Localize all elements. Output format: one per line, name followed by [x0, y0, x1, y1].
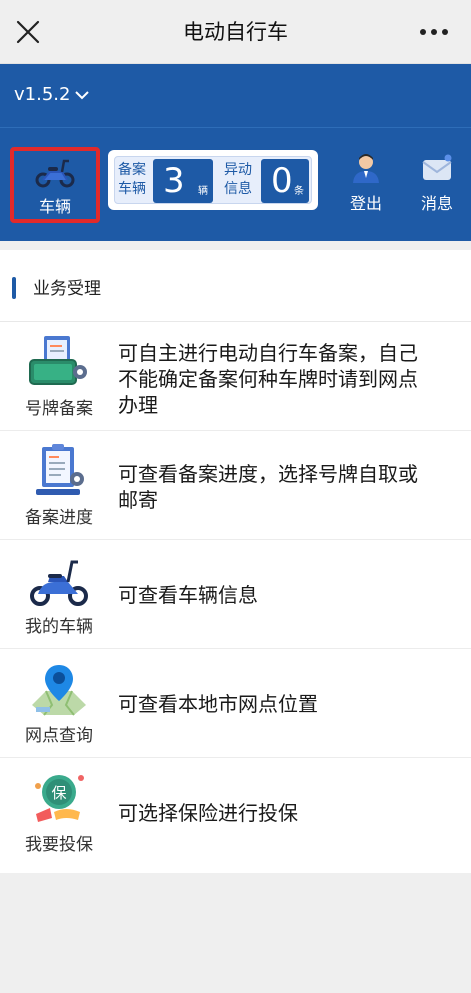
service-my-vehicle[interactable]: 我的车辆 可查看车辆信息 — [0, 540, 471, 649]
abnormal-info-stat[interactable]: 异动 信息 0 条 — [221, 157, 313, 205]
abnormal-unit: 条 — [294, 186, 304, 197]
abnormal-label: 异动 信息 — [224, 161, 258, 199]
header-panel: v1.5.2 车辆 备案 车辆 3 辆 异动 信息 0 条 登出 消息 — [0, 64, 471, 241]
abnormal-label-line2: 信息 — [224, 181, 252, 197]
page-title: 电动自行车 — [183, 20, 288, 44]
service-icon-block: 备案进度 — [14, 443, 104, 533]
messages-button[interactable]: 消息 — [412, 152, 462, 214]
abnormal-count: 0 — [271, 161, 293, 201]
service-branch-lookup[interactable]: 网点查询 可查看本地市网点位置 — [0, 649, 471, 758]
service-description: 可查看备案进度，选择号牌自取或邮寄 — [118, 462, 418, 512]
messages-label: 消息 — [420, 194, 453, 213]
insurance-shield-icon: 保 — [35, 775, 84, 822]
service-icon-block: 号牌备案 — [14, 334, 104, 424]
logout-label: 登出 — [349, 194, 382, 213]
abnormal-count-box: 0 条 — [261, 159, 309, 203]
service-description: 可查看本地市网点位置 — [118, 692, 318, 716]
logout-button[interactable]: 登出 — [341, 152, 391, 214]
clipboard-progress-icon — [36, 444, 84, 495]
close-icon[interactable] — [14, 18, 42, 46]
svg-text:保: 保 — [51, 784, 66, 802]
service-icon-block: 我的车辆 — [14, 552, 104, 642]
registered-unit: 辆 — [198, 186, 208, 197]
version-text: v1.5.2 — [14, 84, 71, 105]
vehicle-tile-label: 车辆 — [38, 197, 71, 216]
version-selector[interactable]: v1.5.2 — [14, 84, 90, 105]
user-icon — [353, 154, 379, 183]
service-label: 网点查询 — [25, 726, 93, 746]
registered-count: 3 — [163, 161, 185, 201]
scooter-icon — [30, 560, 88, 606]
registered-label-line1: 备案 — [118, 162, 146, 178]
service-label: 备案进度 — [25, 508, 93, 528]
registered-label-line2: 车辆 — [118, 181, 146, 197]
service-icon-block: 保 我要投保 — [14, 770, 104, 860]
chevron-down-icon — [75, 90, 90, 99]
abnormal-label-line1: 异动 — [224, 162, 252, 178]
license-plate-icon — [29, 336, 87, 385]
service-description: 可查看车辆信息 — [118, 583, 258, 607]
service-label: 我的车辆 — [25, 617, 93, 637]
scooter-icon — [35, 159, 75, 188]
service-registration-progress[interactable]: 备案进度 可查看备案进度，选择号牌自取或邮寄 — [0, 431, 471, 540]
envelope-icon — [422, 154, 452, 180]
registered-count-box: 3 辆 — [153, 159, 213, 203]
map-pin-icon — [32, 665, 86, 716]
stats-card[interactable]: 备案 车辆 3 辆 异动 信息 0 条 — [108, 150, 318, 210]
nav-bar: 电动自行车 — [0, 0, 471, 64]
service-plate-registration[interactable]: 号牌备案 可自主进行电动自行车备案，自己不能确定备案何种车牌时请到网点办理 — [0, 322, 471, 431]
section-header: 业务受理 — [0, 250, 471, 322]
header-divider — [0, 127, 471, 128]
service-description: 可自主进行电动自行车备案，自己不能确定备案何种车牌时请到网点办理 — [118, 341, 418, 417]
service-insurance[interactable]: 保 我要投保 可选择保险进行投保 — [0, 758, 471, 867]
section-title: 业务受理 — [33, 279, 101, 299]
service-label: 我要投保 — [25, 835, 93, 855]
section-accent-bar — [12, 277, 16, 299]
service-section: 业务受理 号牌备案 可自主进行电动自行车备案，自己不能确定备案何种车牌时请到网点… — [0, 250, 471, 873]
service-icon-block: 网点查询 — [14, 661, 104, 751]
vehicle-tile[interactable]: 车辆 — [10, 147, 100, 223]
stats-card-inner: 备案 车辆 3 辆 异动 信息 0 条 — [114, 156, 312, 204]
service-description: 可选择保险进行投保 — [118, 801, 298, 825]
registered-label: 备案 车辆 — [118, 161, 152, 199]
registered-vehicles-stat[interactable]: 备案 车辆 3 辆 — [115, 157, 215, 205]
service-label: 号牌备案 — [25, 399, 93, 419]
more-dots-icon[interactable] — [419, 24, 449, 40]
